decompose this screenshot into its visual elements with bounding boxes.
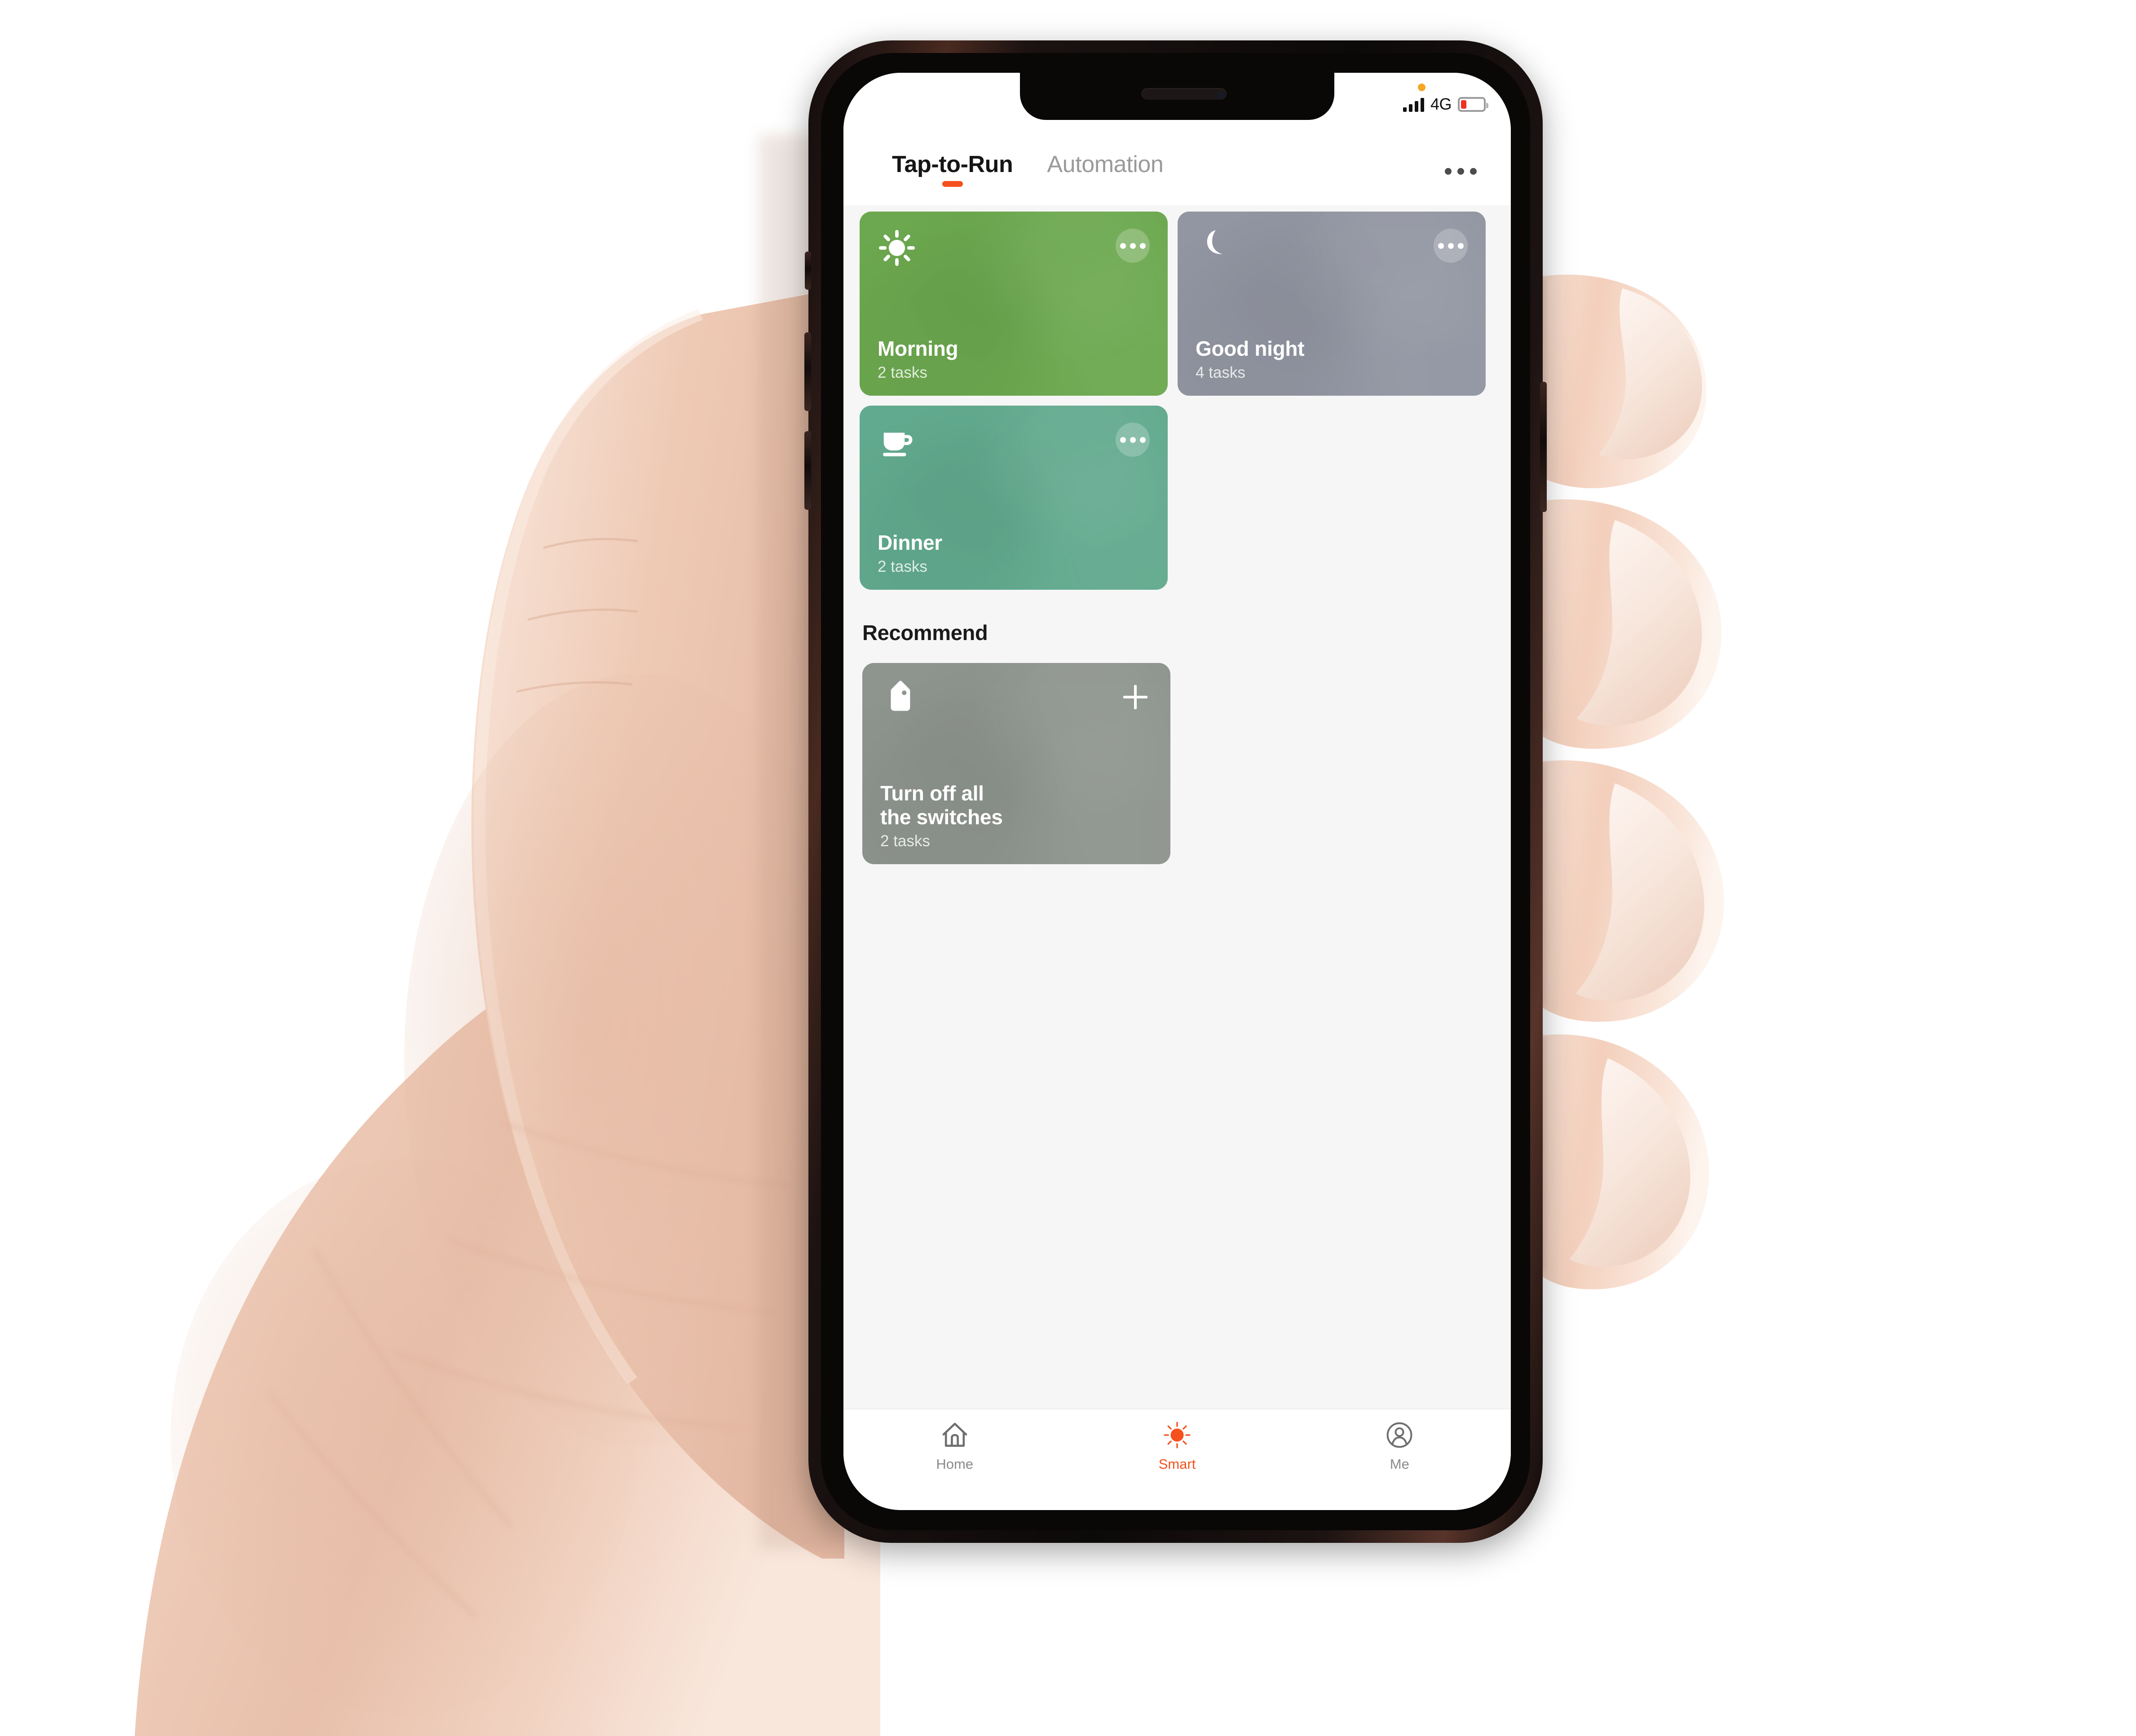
tab-tap-to-run-label: Tap-to-Run (892, 151, 1013, 177)
scene-card-good-night[interactable]: Good night 4 tasks (1178, 212, 1486, 396)
scene-title: Morning (878, 336, 958, 360)
cup-icon (878, 423, 916, 461)
card-top (1196, 229, 1468, 267)
scene-card-morning[interactable]: Morning 2 tasks (860, 212, 1168, 396)
nav-label-home: Home (936, 1456, 974, 1472)
nav-item-smart[interactable]: Smart (1066, 1420, 1288, 1471)
tab-automation[interactable]: Automation (1047, 153, 1163, 188)
card-top (878, 229, 1150, 267)
notch (1020, 73, 1334, 120)
network-type-label: 4G (1430, 95, 1452, 113)
tab-active-indicator (942, 181, 963, 187)
tag-icon (880, 680, 919, 719)
speaker-grille (1141, 88, 1227, 100)
battery-fill (1461, 100, 1466, 109)
recommend-section: Recommend Turn off all the switches 2 ta… (860, 620, 1495, 864)
scene-more-options-button[interactable] (1116, 229, 1150, 263)
scene-task-count: 2 tasks (878, 364, 927, 381)
card-bottom: Dinner 2 tasks (878, 531, 1150, 574)
scene-title: Good night (1196, 336, 1305, 360)
scene-task-count: 2 tasks (878, 558, 927, 575)
bottom-navigation-bar: Home Smart Me (843, 1409, 1511, 1510)
tab-automation-label: Automation (1047, 151, 1164, 177)
card-bottom: Morning 2 tasks (878, 337, 1150, 380)
nav-label-smart: Smart (1158, 1456, 1196, 1472)
app-header: Tap-to-Run Automation (843, 140, 1511, 205)
nav-item-me[interactable]: Me (1289, 1420, 1511, 1471)
house-icon (940, 1420, 970, 1450)
card-top (880, 680, 1152, 719)
nav-label-me: Me (1390, 1456, 1409, 1472)
phone-screen: 4G Tap-to-Run Automation Morning 2 tasks… (843, 73, 1511, 1510)
sun-icon (878, 229, 916, 267)
status-bar-right: 4G (1403, 95, 1488, 113)
volume-up-button[interactable] (804, 332, 811, 411)
phone-device: 4G Tap-to-Run Automation Morning 2 tasks… (804, 40, 1547, 1543)
signal-strength-icon (1403, 97, 1424, 112)
add-scene-button[interactable] (1118, 680, 1152, 714)
scene-task-count: 4 tasks (1196, 364, 1245, 381)
recommend-card-turn-off-switches[interactable]: Turn off all the switches 2 tasks (862, 663, 1170, 864)
nav-item-home[interactable]: Home (843, 1420, 1066, 1471)
scene-card-dinner[interactable]: Dinner 2 tasks (860, 406, 1168, 590)
recommend-title: Turn off all the switches (880, 782, 1003, 829)
tab-tap-to-run[interactable]: Tap-to-Run (892, 153, 1013, 188)
card-bottom: Good night 4 tasks (1196, 337, 1468, 380)
more-options-icon[interactable] (1445, 168, 1477, 175)
scene-more-options-button[interactable] (1434, 229, 1468, 263)
silent-switch[interactable] (805, 252, 811, 290)
sun-icon (1162, 1420, 1192, 1450)
power-button[interactable] (1540, 382, 1547, 512)
recommend-section-title: Recommend (862, 621, 988, 645)
recommend-task-count: 2 tasks (880, 832, 930, 850)
card-top (878, 423, 1150, 461)
recommend-grid: Turn off all the switches 2 tasks (862, 663, 1495, 864)
scene-more-options-button[interactable] (1116, 423, 1150, 457)
volume-down-button[interactable] (804, 431, 811, 510)
person-icon (1385, 1420, 1414, 1450)
scene-grid: Morning 2 tasks Good night 4 tasks Dinne… (860, 205, 1495, 590)
card-bottom: Turn off all the switches 2 tasks (880, 782, 1152, 849)
scene-title: Dinner (878, 530, 942, 554)
front-camera-icon (1218, 93, 1224, 99)
battery-icon (1458, 97, 1488, 112)
recording-indicator-icon (1418, 84, 1425, 91)
moon-icon (1196, 229, 1234, 267)
tab-switcher: Tap-to-Run Automation (892, 153, 1164, 188)
main-content: Morning 2 tasks Good night 4 tasks Dinne… (843, 205, 1511, 1420)
